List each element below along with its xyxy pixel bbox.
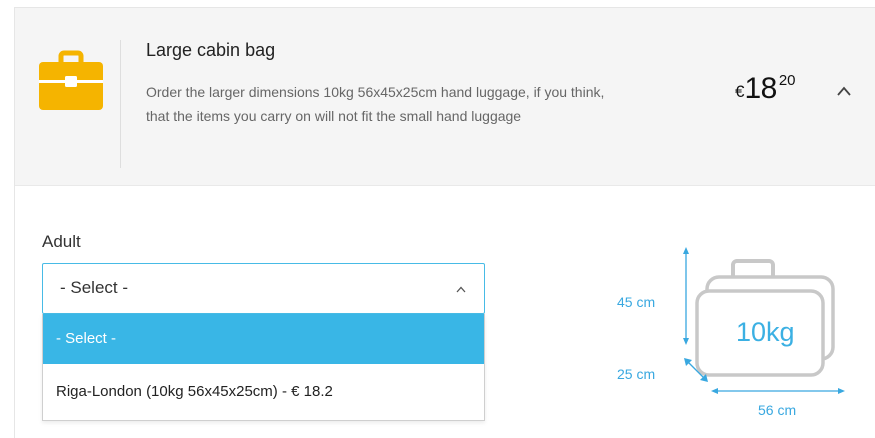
bag-weight-label: 10kg <box>736 317 795 347</box>
dropdown-option-select[interactable]: - Select - <box>43 314 484 364</box>
select-dropdown-list: - Select - Riga-London (10kg 56x45x25cm)… <box>42 314 485 421</box>
price-decimal: 20 <box>778 72 796 89</box>
large-cabin-bag-card: Large cabin bag Order the larger dimensi… <box>14 7 875 438</box>
width-dimension-label: 56 cm <box>758 402 797 418</box>
depth-dimension-label: 25 cm <box>617 366 656 382</box>
price-integer: 18 <box>744 72 777 105</box>
dropdown-option-riga-london[interactable]: Riga-London (10kg 56x45x25cm) - € 18.2 <box>43 364 484 419</box>
card-header[interactable]: Large cabin bag Order the larger dimensi… <box>15 8 875 186</box>
product-price: €18 20 <box>735 72 796 106</box>
passenger-bag-select[interactable]: - Select - <box>42 263 485 314</box>
bag-dimensions-diagram: 10kg 45 cm 25 cm 56 cm <box>615 233 855 423</box>
select-value: - Select - <box>60 278 129 297</box>
collapse-chevron-up-icon[interactable] <box>837 86 851 96</box>
product-title: Large cabin bag <box>146 40 276 60</box>
bag-outline-graphic <box>683 247 845 394</box>
header-divider <box>120 40 121 168</box>
chevron-up-icon <box>456 286 466 293</box>
height-dimension-label: 45 cm <box>617 294 656 310</box>
passenger-label: Adult <box>42 232 81 251</box>
product-description: Order the larger dimensions 10kg 56x45x2… <box>146 84 605 124</box>
briefcase-icon <box>39 50 103 110</box>
